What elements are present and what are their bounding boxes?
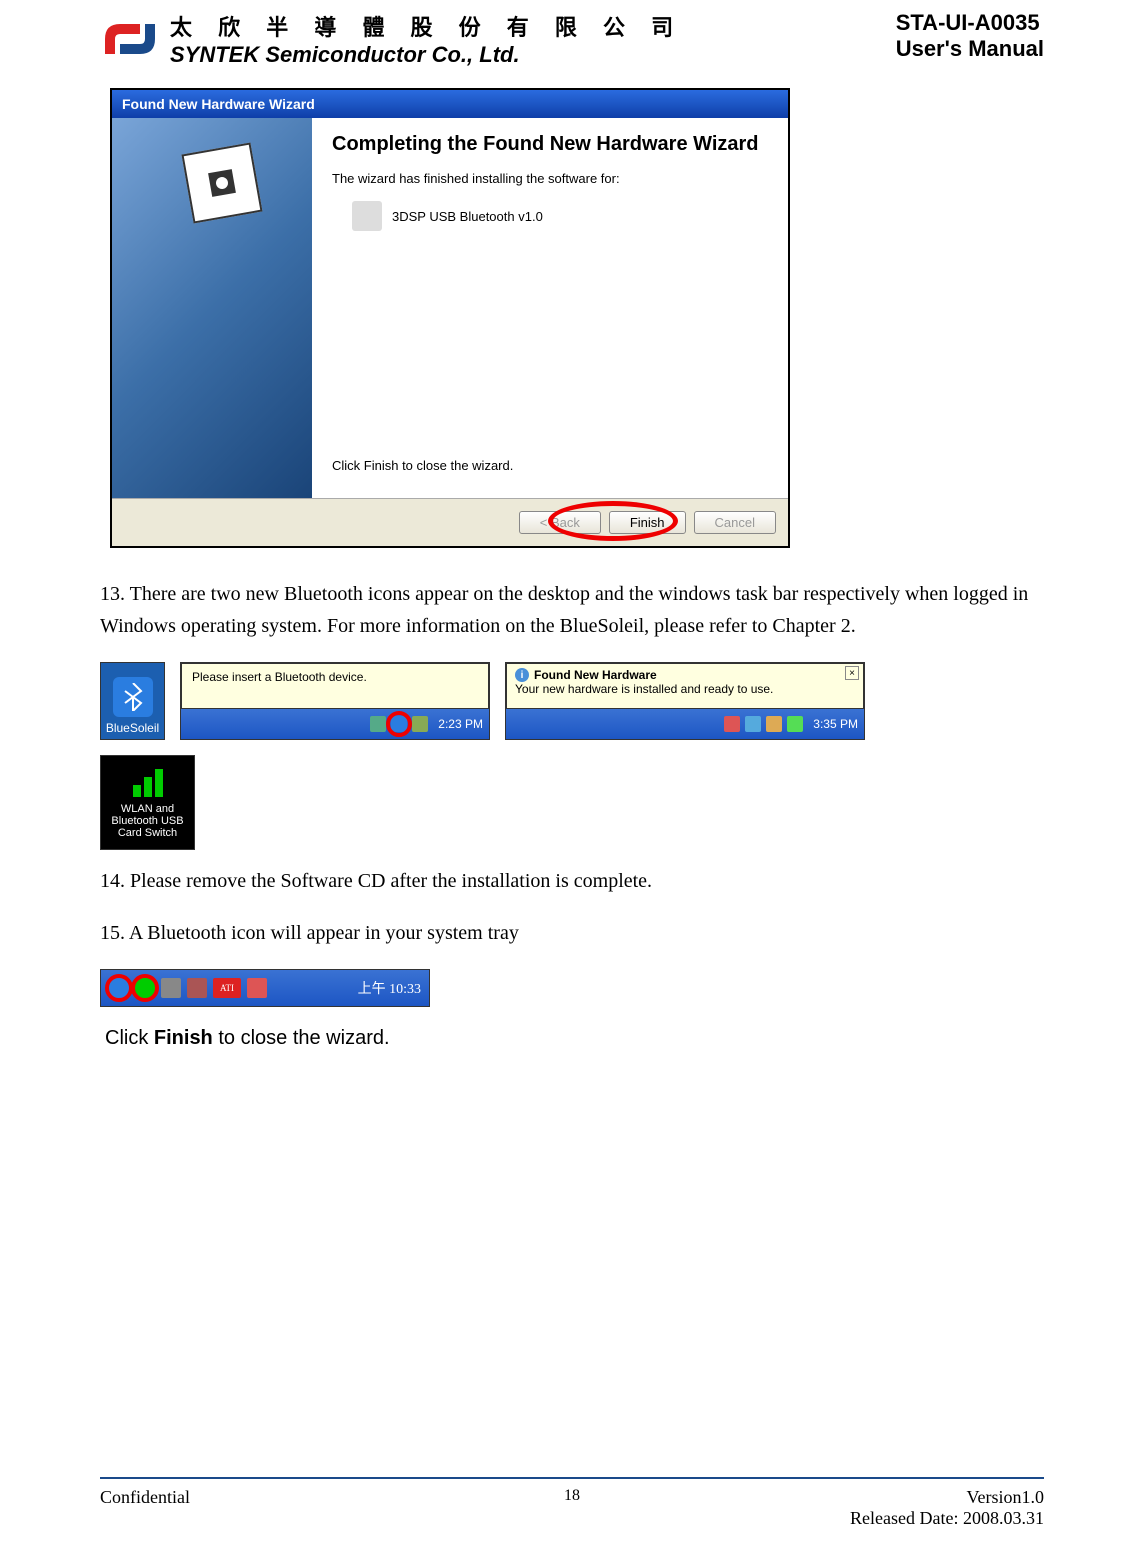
doc-type: User's Manual [896, 36, 1044, 62]
footer-version: Version1.0 [850, 1487, 1044, 1508]
wlan-switch-icon: WLAN and Bluetooth USB Card Switch [100, 755, 195, 850]
header-left: 太 欣 半 導 體 股 份 有 限 公 司 SYNTEK Semiconduct… [100, 10, 683, 68]
wizard-close-text: Click Finish to close the wizard. [332, 458, 768, 473]
footer-divider [100, 1477, 1044, 1479]
found-hw-title: Found New Hardware [534, 668, 657, 682]
wizard-titlebar: Found New Hardware Wizard [112, 90, 788, 118]
tray-icon-b [745, 716, 761, 732]
footer-page-number: 18 [564, 1487, 580, 1505]
company-logo [100, 19, 160, 59]
footer-date: Released Date: 2008.03.31 [850, 1508, 1044, 1529]
usb-device-icon [352, 201, 382, 231]
cw-prefix: Click [105, 1027, 154, 1049]
bluesoleil-desktop-icon: BlueSoleil [100, 662, 165, 740]
tray-icon-f [187, 978, 207, 998]
taskbar-time-2: 3:35 PM [808, 717, 858, 731]
found-hardware-screenshot: i Found New Hardware Your new hardware i… [505, 662, 865, 740]
page-footer: Confidential 18 Version1.0 Released Date… [100, 1487, 1044, 1529]
doc-id: STA-UI-A0035 [896, 10, 1044, 36]
found-hw-balloon: i Found New Hardware Your new hardware i… [506, 663, 864, 709]
cancel-button[interactable]: Cancel [694, 511, 776, 534]
wizard-window: Found New Hardware Wizard Completing the… [110, 88, 790, 548]
found-hw-text: Your new hardware is installed and ready… [515, 682, 855, 696]
bluetooth-tray-icon-2 [109, 978, 129, 998]
tray-icon-d [787, 716, 803, 732]
ati-tray-icon: ATI [213, 978, 241, 998]
header-right: STA-UI-A0035 User's Manual [896, 10, 1044, 62]
cw-bold: Finish [154, 1027, 213, 1049]
page-header: 太 欣 半 導 體 股 份 有 限 公 司 SYNTEK Semiconduct… [100, 10, 1044, 68]
tray-icon-generic [370, 716, 386, 732]
step-13-text: 13. There are two new Bluetooth icons ap… [100, 578, 1044, 642]
tray-icon-e [161, 978, 181, 998]
taskbar-strip-2: 3:35 PM [506, 709, 864, 739]
tray-icon-g [247, 978, 267, 998]
step-14-text: 14. Please remove the Software CD after … [100, 865, 1044, 897]
close-wizard-instruction: Click Finish to close the wizard. [105, 1027, 1044, 1050]
wizard-sidebar [112, 118, 312, 498]
wizard-heading: Completing the Found New Hardware Wizard [332, 133, 768, 156]
bluetooth-icon [113, 677, 153, 717]
systray-screenshot: ATI 上午 10:33 [100, 969, 430, 1007]
wizard-body: Completing the Found New Hardware Wizard… [112, 118, 788, 498]
back-button[interactable]: < Back [519, 511, 601, 534]
taskbar-time-1: 2:23 PM [433, 717, 483, 731]
signal-bars-icon [133, 767, 163, 797]
company-name-en: SYNTEK Semiconductor Co., Ltd. [170, 42, 683, 68]
footer-right: Version1.0 Released Date: 2008.03.31 [850, 1487, 1044, 1529]
bluesoleil-label: BlueSoleil [106, 721, 159, 735]
footer-confidential: Confidential [100, 1487, 190, 1529]
icon-row-1: BlueSoleil Please insert a Bluetooth dev… [100, 662, 1044, 740]
wizard-content: Completing the Found New Hardware Wizard… [312, 118, 788, 498]
device-row: 3DSP USB Bluetooth v1.0 [352, 201, 768, 231]
taskbar-strip-1: 2:23 PM [181, 709, 489, 739]
icon-row-2: WLAN and Bluetooth USB Card Switch [100, 755, 1044, 850]
tray-icon-generic-2 [412, 716, 428, 732]
finish-button[interactable]: Finish [609, 511, 686, 534]
tray-icon-a [724, 716, 740, 732]
wizard-subtext: The wizard has finished installing the s… [332, 171, 768, 186]
wizard-button-bar: < Back Finish Cancel [112, 498, 788, 546]
tooltip-balloon: Please insert a Bluetooth device. [181, 663, 489, 709]
wifi-tray-icon [135, 978, 155, 998]
wizard-sidebar-icon [181, 142, 262, 223]
device-name: 3DSP USB Bluetooth v1.0 [392, 209, 543, 224]
cw-suffix: to close the wizard. [213, 1027, 390, 1049]
taskbar-tooltip-screenshot: Please insert a Bluetooth device. 2:23 P… [180, 662, 490, 740]
info-icon: i [515, 668, 529, 682]
company-name-cn: 太 欣 半 導 體 股 份 有 限 公 司 [170, 10, 683, 42]
tray-icon-c [766, 716, 782, 732]
found-hw-title-row: i Found New Hardware [515, 668, 855, 682]
tooltip-text: Please insert a Bluetooth device. [192, 670, 367, 684]
step-15-text: 15. A Bluetooth icon will appear in your… [100, 917, 1044, 949]
company-name-block: 太 欣 半 導 體 股 份 有 限 公 司 SYNTEK Semiconduct… [170, 10, 683, 68]
wlan-label: WLAN and Bluetooth USB Card Switch [105, 803, 190, 839]
systray-time: 上午 10:33 [358, 978, 421, 998]
balloon-close-button[interactable]: × [845, 666, 859, 680]
bluetooth-tray-icon [391, 716, 407, 732]
